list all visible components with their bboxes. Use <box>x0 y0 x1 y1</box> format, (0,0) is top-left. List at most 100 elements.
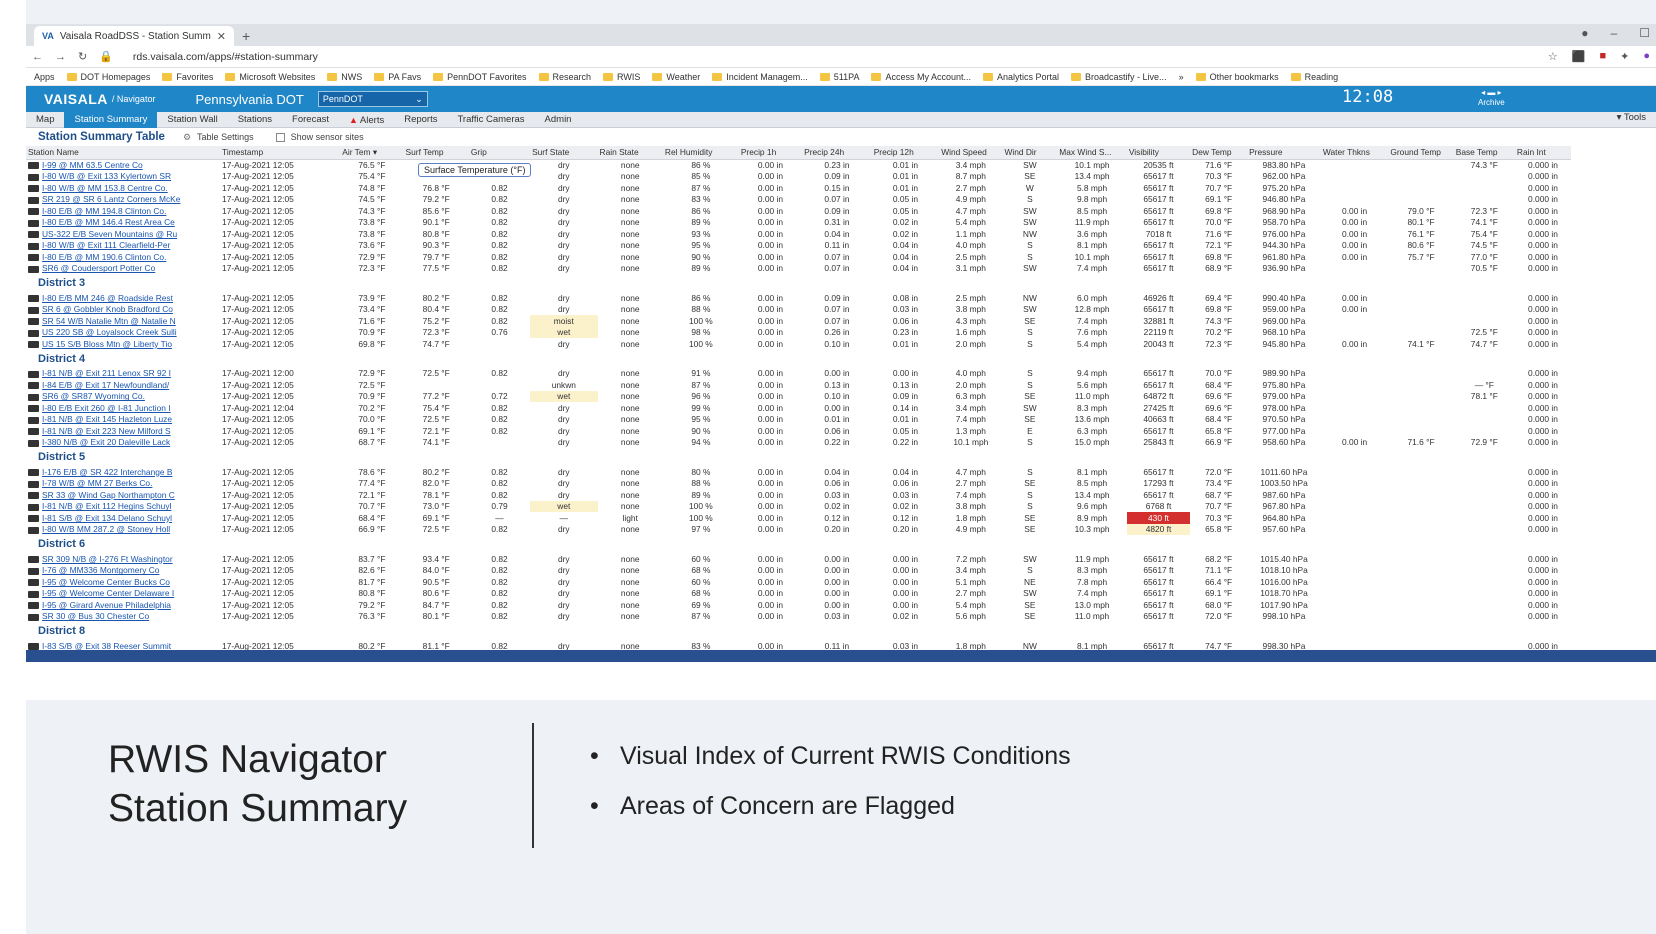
nav-tab-alerts[interactable]: ▲ Alerts <box>339 112 394 128</box>
bookmark-item[interactable]: Broadcastify - Live... <box>1071 72 1167 82</box>
table-row[interactable]: I-84 E/B @ Exit 17 Newfoundland/17-Aug-2… <box>26 379 1571 391</box>
table-settings-link[interactable]: Table Settings <box>197 132 254 142</box>
column-header[interactable]: Precip 12h <box>871 146 940 160</box>
table-row[interactable]: I-80 W/B @ Exit 133 Kylertown SR 17-Aug-2… <box>26 171 1571 183</box>
table-row[interactable]: US-322 E/B Seven Mountains @ Ru 17-Aug-20… <box>26 228 1571 240</box>
station-name-cell[interactable]: I-80 W/B @ Exit 133 Kylertown SR <box>26 171 220 183</box>
station-link[interactable]: I-380 N/B @ Exit 20 Daleville Lack <box>42 437 170 447</box>
close-tab-icon[interactable]: ✕ <box>217 30 226 43</box>
station-name-cell[interactable]: I-80 E/B Exit 260 @ I-81 Junction I <box>26 402 220 414</box>
station-link[interactable]: SR 219 @ SR 6 Lantz Corners McKe <box>42 194 180 204</box>
forward-icon[interactable]: → <box>55 51 66 63</box>
bookmark-item[interactable]: Access My Account... <box>871 72 971 82</box>
table-row[interactable]: SR 30 @ Bus 30 Chester Co 17-Aug-2021 12:… <box>26 611 1571 623</box>
camera-icon[interactable] <box>28 219 39 227</box>
table-row[interactable]: I-80 W/B @ MM 153.8 Centre Co. 17-Aug-202… <box>26 182 1571 194</box>
minimize-icon[interactable]: – <box>1611 26 1618 40</box>
column-header[interactable]: Air Tem ▾ <box>340 146 404 160</box>
camera-icon[interactable] <box>28 492 39 500</box>
station-name-cell[interactable]: I-76 @ MM336 Montgomery Co <box>26 565 220 577</box>
gear-icon[interactable]: ⚙ <box>183 132 191 143</box>
station-link[interactable]: I-80 W/B MM 287.2 @ Stoney Holl <box>42 524 170 534</box>
table-row[interactable]: SR 6 @ Gobbler Knob Bradford Co 17-Aug-20… <box>26 304 1571 316</box>
table-row[interactable]: SR6 @ SR87 Wyoming Co. 17-Aug-2021 12:05 7… <box>26 390 1571 403</box>
camera-icon[interactable] <box>28 567 39 575</box>
camera-icon[interactable] <box>28 579 39 587</box>
station-link[interactable]: I-80 W/B @ MM 153.8 Centre Co. <box>42 183 168 193</box>
station-link[interactable]: SR 309 N/B @ I-276 Ft Washingtor <box>42 554 173 564</box>
camera-icon[interactable] <box>28 295 39 303</box>
camera-icon[interactable] <box>28 341 39 349</box>
table-row[interactable]: SR 309 N/B @ I-276 Ft Washingtor 17-Aug-2… <box>26 553 1571 565</box>
camera-icon[interactable] <box>28 265 39 273</box>
camera-icon[interactable] <box>28 405 39 413</box>
station-link[interactable]: I-80 E/B @ MM 190.6 Clinton Co. <box>42 252 166 262</box>
station-name-cell[interactable]: SR 54 W/B Natalie Mtn @ Natalie N <box>26 315 220 327</box>
nav-tab-forecast[interactable]: Forecast <box>282 112 339 128</box>
bookmark-item[interactable]: RWIS <box>603 72 640 82</box>
camera-icon[interactable] <box>28 370 39 378</box>
station-name-cell[interactable]: SR 219 @ SR 6 Lantz Corners McKe <box>26 194 220 206</box>
station-name-cell[interactable]: I-80 W/B @ MM 153.8 Centre Co. <box>26 182 220 194</box>
station-name-cell[interactable]: US 15 S/B Bloss Mtn @ Liberty Tio <box>26 338 220 350</box>
station-name-cell[interactable]: I-380 N/B @ Exit 20 Daleville Lack <box>26 437 220 449</box>
table-row[interactable]: I-76 @ MM336 Montgomery Co 17-Aug-2021 12… <box>26 565 1571 577</box>
station-name-cell[interactable]: SR 33 @ Wind Gap Northampton C <box>26 489 220 501</box>
station-name-cell[interactable]: I-80 W/B @ Exit 111 Clearfield-Per <box>26 240 220 252</box>
station-link[interactable]: I-81 N/B @ Exit 145 Hazleton Luze <box>42 414 172 424</box>
reload-icon[interactable]: ↻ <box>78 50 87 63</box>
table-row[interactable]: SR 54 W/B Natalie Mtn @ Natalie N 17-Aug-… <box>26 315 1571 327</box>
bookmark-item[interactable]: NWS <box>327 72 362 82</box>
column-header[interactable]: Rain Int <box>1514 146 1571 160</box>
table-row[interactable]: I-95 @ Welcome Center Bucks Co 17-Aug-202… <box>26 576 1571 588</box>
station-name-cell[interactable]: SR 30 @ Bus 30 Chester Co <box>26 611 220 623</box>
nav-tab-traffic-cameras[interactable]: Traffic Cameras <box>447 112 534 128</box>
bookmark-item[interactable]: PA Favs <box>374 72 421 82</box>
camera-icon[interactable] <box>28 590 39 598</box>
station-link[interactable]: SR 30 @ Bus 30 Chester Co <box>42 611 149 621</box>
table-row[interactable]: SR6 @ Coudersport Potter Co 17-Aug-2021 1… <box>26 263 1571 275</box>
camera-icon[interactable] <box>28 173 39 181</box>
station-name-cell[interactable]: SR6 @ SR87 Wyoming Co. <box>26 391 220 403</box>
station-name-cell[interactable]: US-322 E/B Seven Mountains @ Ru <box>26 228 220 240</box>
table-row[interactable]: I-80 W/B MM 287.2 @ Stoney Holl 17-Aug-20… <box>26 523 1571 536</box>
station-link[interactable]: I-80 E/B Exit 260 @ I-81 Junction I <box>42 403 171 413</box>
nav-tab-reports[interactable]: Reports <box>394 112 447 128</box>
column-header[interactable]: Surf Temp <box>403 146 469 160</box>
table-row[interactable]: I-95 @ Girard Avenue Philadelphia 17-Aug-… <box>26 599 1571 611</box>
bookmark-item[interactable]: DOT Homepages <box>66 72 150 82</box>
camera-icon[interactable] <box>28 643 39 651</box>
station-name-cell[interactable]: I-80 W/B MM 287.2 @ Stoney Holl <box>26 524 220 536</box>
camera-icon[interactable] <box>28 329 39 337</box>
table-row[interactable]: I-80 E/B Exit 260 @ I-81 Junction I 17-Au… <box>26 402 1571 414</box>
station-name-cell[interactable]: I-84 E/B @ Exit 17 Newfoundland/ <box>26 379 220 391</box>
station-link[interactable]: I-81 S/B @ Exit 134 Delano Schuyl <box>42 513 172 523</box>
column-header[interactable]: Precip 1h <box>738 146 803 160</box>
extension-icon[interactable]: ⬛ <box>1572 50 1586 63</box>
bookmark-star-icon[interactable]: ☆ <box>1548 50 1558 63</box>
table-row[interactable]: I-80 E/B @ MM 194.8 Clinton Co. 17-Aug-20… <box>26 205 1571 217</box>
table-row[interactable]: I-81 N/B @ Exit 211 Lenox SR 92 I 17-Aug-… <box>26 368 1571 380</box>
archive-button[interactable]: ◂ ▬ ▸ Archive <box>1478 88 1505 108</box>
back-icon[interactable]: ← <box>32 51 43 63</box>
bookmark-item[interactable]: PennDOT Favorites <box>433 72 527 82</box>
tools-menu[interactable]: ▾ Tools <box>1617 112 1646 123</box>
camera-icon[interactable] <box>28 602 39 610</box>
station-name-cell[interactable]: I-81 N/B @ Exit 211 Lenox SR 92 I <box>26 368 220 380</box>
column-header[interactable]: Dew Temp <box>1190 146 1248 160</box>
station-link[interactable]: SR6 @ Coudersport Potter Co <box>42 263 155 273</box>
browser-tab[interactable]: VA Vaisala RoadDSS - Station Summ ✕ <box>34 26 234 46</box>
bookmark-item[interactable]: Favorites <box>162 72 213 82</box>
station-link[interactable]: I-80 E/B @ MM 194.8 Clinton Co. <box>42 206 166 216</box>
station-link[interactable]: I-80 E/B @ MM 146.4 Rest Area Ce <box>42 217 175 227</box>
camera-icon[interactable] <box>28 162 39 170</box>
station-name-cell[interactable]: I-80 E/B @ MM 194.8 Clinton Co. <box>26 205 220 217</box>
avatar[interactable]: ● <box>1643 50 1650 63</box>
column-header[interactable]: Max Wind S... <box>1057 146 1127 160</box>
station-link[interactable]: US-322 E/B Seven Mountains @ Ru <box>42 229 177 239</box>
station-link[interactable]: I-176 E/B @ SR 422 Interchange B <box>42 467 172 477</box>
camera-icon[interactable] <box>28 382 39 390</box>
station-link[interactable]: SR 33 @ Wind Gap Northampton C <box>42 490 175 500</box>
station-name-cell[interactable]: I-99 @ MM 63.5 Centre Co <box>26 159 220 171</box>
nav-tab-stations[interactable]: Stations <box>228 112 282 128</box>
